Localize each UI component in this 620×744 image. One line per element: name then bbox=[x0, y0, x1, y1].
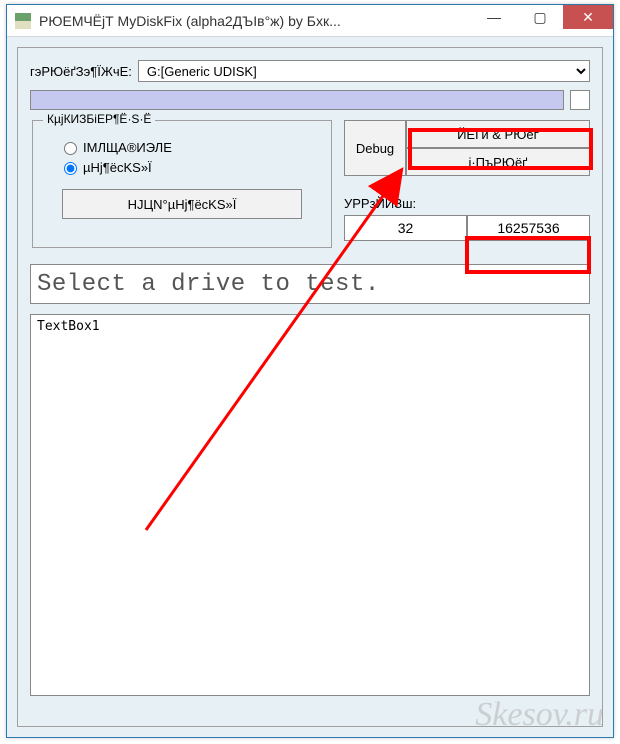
log-textarea[interactable]: TextBox1 bbox=[30, 314, 590, 696]
window-controls: — ▢ ✕ bbox=[471, 5, 613, 36]
app-icon bbox=[15, 13, 31, 29]
debug-button[interactable]: Debug bbox=[344, 120, 406, 176]
radio-option-1[interactable]: ІМЛЩА®ИЭЛЕ bbox=[59, 139, 319, 155]
option-checkbox[interactable] bbox=[570, 90, 590, 110]
radio-1[interactable] bbox=[64, 142, 77, 155]
progress-row bbox=[30, 90, 590, 110]
app-window: РЮЕМЧЁјТ MyDiskFix (alpha2ДЪІв°ж) by Бхк… bbox=[6, 4, 614, 738]
drive-row: гэРЮёґЗэ¶ЇЖчЕ: G:[Generic UDISK] bbox=[30, 60, 590, 82]
action-buttons-row: Debug ЙЁГи & РЮёґ і·ПъРЮёґ bbox=[344, 120, 590, 176]
stats-label: УРРзЙИЗш: bbox=[344, 196, 590, 211]
titlebar: РЮЕМЧЁјТ MyDiskFix (alpha2ДЪІв°ж) by Бхк… bbox=[7, 5, 613, 37]
window-title: РЮЕМЧЁјТ MyDiskFix (alpha2ДЪІв°ж) by Бхк… bbox=[39, 13, 471, 29]
undo-fix-button[interactable]: і·ПъРЮёґ bbox=[406, 148, 590, 176]
stats-right-cell: 16257536 bbox=[467, 215, 590, 241]
scan-mode-group: КµјКИЗБіЕР¶Ё·S·Ё ІМЛЩА®ИЭЛЕ µНј¶ёcKS»Ї Н… bbox=[32, 120, 332, 248]
stack-buttons: ЙЁГи & РЮёґ і·ПъРЮёґ bbox=[406, 120, 590, 176]
radio-2[interactable] bbox=[64, 162, 77, 175]
radio-1-label: ІМЛЩА®ИЭЛЕ bbox=[83, 140, 172, 155]
group-legend: КµјКИЗБіЕР¶Ё·S·Ё bbox=[43, 112, 155, 126]
radio-option-2[interactable]: µНј¶ёcKS»Ї bbox=[59, 159, 319, 175]
minimize-button[interactable]: — bbox=[471, 5, 517, 29]
progress-bar bbox=[30, 90, 564, 110]
drive-select[interactable]: G:[Generic UDISK] bbox=[138, 60, 590, 82]
maximize-button[interactable]: ▢ bbox=[517, 5, 563, 29]
stop-scan-button[interactable]: НЈЦN°µНј¶ёcKS»Ї bbox=[62, 189, 302, 219]
client-area: гэРЮёґЗэ¶ЇЖчЕ: G:[Generic UDISK] КµјКИЗБ… bbox=[17, 47, 603, 727]
right-column: Debug ЙЁГи & РЮёґ і·ПъРЮёґ УРРзЙИЗш: 32 … bbox=[344, 120, 590, 248]
mid-row: КµјКИЗБіЕР¶Ё·S·Ё ІМЛЩА®ИЭЛЕ µНј¶ёcKS»Ї Н… bbox=[30, 120, 590, 248]
stats-left-cell: 32 bbox=[344, 215, 467, 241]
stats-row: 32 16257536 bbox=[344, 215, 590, 241]
close-button[interactable]: ✕ bbox=[563, 5, 613, 29]
radio-2-label: µНј¶ёcKS»Ї bbox=[83, 160, 152, 175]
drive-label: гэРЮёґЗэ¶ЇЖчЕ: bbox=[30, 64, 132, 79]
status-text: Select a drive to test. bbox=[30, 264, 590, 304]
scan-and-fix-button[interactable]: ЙЁГи & РЮёґ bbox=[406, 120, 590, 148]
